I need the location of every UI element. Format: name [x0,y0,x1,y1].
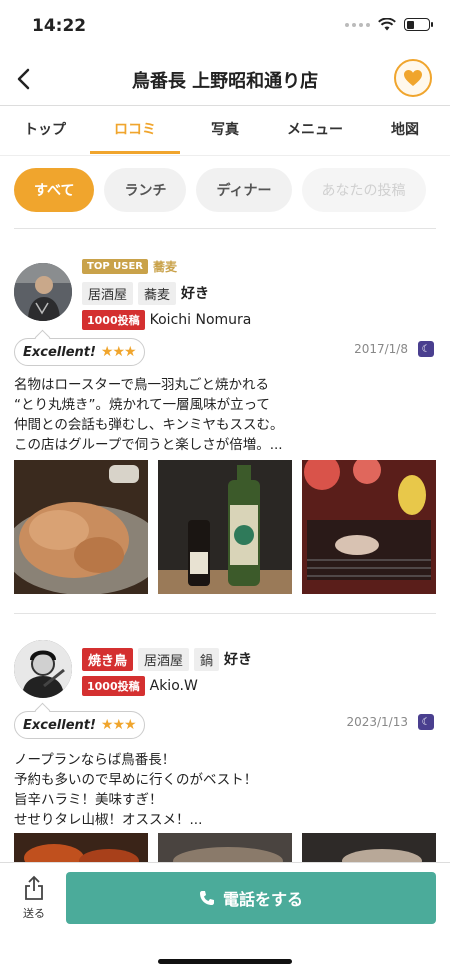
tab-menu[interactable]: メニュー [270,119,360,139]
phone-icon [199,891,214,905]
filter-chips: すべて ランチ ディナー あなたの投稿 [14,168,426,212]
username[interactable]: Akio.W [150,678,198,694]
review-text[interactable]: 名物はロースターで鳥一羽丸ごと焼かれる “とり丸焼き”。焼かれて一層風味が立って… [14,375,434,455]
tab-reviews[interactable]: ロコミ [90,119,180,139]
review-photo[interactable] [302,460,436,594]
review-photos [14,460,436,594]
review-photo[interactable] [14,460,148,594]
top-header: 鳥番長 上野昭和通り店 [0,52,450,106]
share-button[interactable]: 送る [14,875,54,921]
home-indicator [158,959,292,964]
top-user-badge: TOP USER [82,258,148,274]
signal-icon [345,22,370,27]
rating-label: Excellent! [23,717,96,733]
like-label: 好き [181,286,210,302]
call-label: 電話をする [222,890,303,909]
like-label: 好き [224,652,253,668]
post-count-badge: 1000投稿 [82,676,145,696]
genre-tag: 蕎麦 [138,281,177,305]
post-count-badge: 1000投稿 [82,310,145,330]
tab-top[interactable]: トップ [0,119,90,139]
review-photo[interactable] [14,833,148,863]
filter-lunch[interactable]: ランチ [104,168,187,212]
share-icon [25,875,43,900]
back-button[interactable] [8,64,38,94]
moon-icon: ☾ [418,341,434,357]
wifi-icon [378,18,396,31]
rating-pill: Excellent! ★★★ [14,711,145,739]
status-time: 14:22 [32,16,87,36]
review-photos [14,833,436,863]
review-photo[interactable] [158,833,292,863]
favorite-button[interactable] [394,59,432,97]
tab-map[interactable]: 地図 [360,119,450,139]
review-date: 2017/1/8 [354,342,408,356]
battery-icon [404,18,433,31]
review-photo[interactable] [302,833,436,863]
genre-tag: 焼き鳥 [82,647,134,671]
heart-icon [404,70,422,86]
genre-tag: 居酒屋 [82,281,134,305]
moon-icon: ☾ [418,714,434,730]
review-photo[interactable] [158,460,292,594]
top-user-category: 蕎麦 [153,259,178,274]
avatar[interactable] [14,640,72,698]
review-text[interactable]: ノープランならば鳥番長！ 予約も多いので早めに行くのがベスト！ 旨辛ハラミ！美味… [14,750,434,830]
filter-dinner[interactable]: ディナー [196,168,292,212]
username[interactable]: Koichi Nomura [150,312,252,328]
genre-tag: 居酒屋 [138,647,190,671]
star-rating: ★★★ [100,344,137,360]
rating-label: Excellent! [23,344,96,360]
avatar[interactable] [14,263,72,321]
rating-pill: Excellent! ★★★ [14,338,145,366]
genre-tag: 鍋 [194,647,220,671]
status-bar: 14:22 [0,0,450,52]
filter-all[interactable]: すべて [14,168,95,212]
filter-my-posts[interactable]: あなたの投稿 [301,168,426,212]
active-tab-indicator [90,151,180,154]
tab-photos[interactable]: 写真 [180,119,270,139]
tab-bar: トップ ロコミ 写真 メニュー 地図 [0,107,450,155]
page-title: 鳥番長 上野昭和通り店 [131,71,319,92]
bottom-action-bar: 送る 電話をする [0,862,450,974]
chevron-left-icon [17,68,30,90]
call-button[interactable]: 電話をする [66,872,436,924]
review-date: 2023/1/13 [346,715,408,729]
share-label: 送る [23,907,45,920]
star-rating: ★★★ [100,717,137,733]
